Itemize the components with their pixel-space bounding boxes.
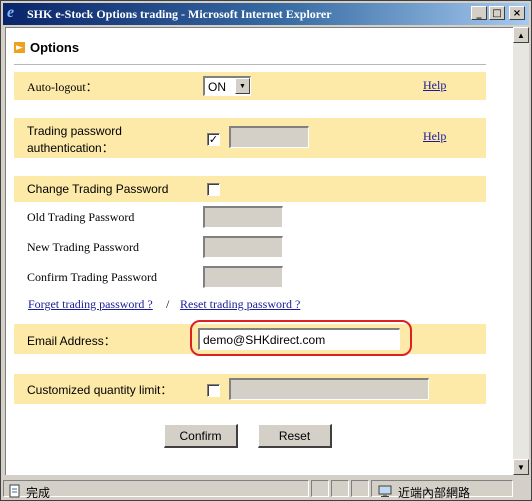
links-separator: /	[166, 297, 170, 311]
page-title: Options	[30, 40, 80, 55]
forget-password-link[interactable]: Forget trading password ?	[28, 297, 153, 312]
status-cell-main: 完成	[3, 480, 309, 500]
change-password-checkbox[interactable]	[207, 183, 220, 196]
scroll-down-button[interactable]: ▼	[513, 459, 529, 475]
window-title: SHK e-Stock Options trading - Microsoft …	[27, 6, 332, 21]
chevron-down-icon[interactable]: ▼	[235, 78, 250, 94]
page-heading: ► Options	[14, 40, 79, 55]
scroll-up-button[interactable]: ▲	[513, 27, 529, 43]
auto-logout-help-link[interactable]: Help	[423, 78, 446, 93]
ie-logo-icon: e	[7, 4, 15, 21]
change-password-label: Change Trading Password	[27, 182, 169, 196]
auto-logout-select[interactable]: ON ▼	[203, 76, 251, 96]
confirm-button[interactable]: Confirm	[164, 424, 238, 448]
browser-window: e SHK e-Stock Options trading - Microsof…	[0, 0, 532, 501]
minimize-button[interactable]: _	[471, 6, 487, 20]
email-highlight-ring	[190, 320, 412, 356]
trading-password-auth-label-1: Trading password	[27, 124, 122, 138]
zone-icon	[378, 485, 392, 497]
new-password-label: New Trading Password	[27, 240, 140, 254]
auto-logout-value: ON	[208, 80, 226, 94]
heading-divider	[14, 64, 486, 65]
title-bar[interactable]: e SHK e-Stock Options trading - Microsof…	[3, 3, 529, 25]
zone-text: 近端內部網路	[398, 486, 471, 500]
close-button[interactable]: ×	[509, 6, 525, 20]
email-label: Email Address：	[27, 334, 116, 348]
trading-password-auth-checkbox[interactable]: ✓	[207, 133, 220, 146]
maximize-button[interactable]: □	[489, 6, 505, 20]
arrow-right-icon: ►	[14, 42, 25, 53]
old-password-field[interactable]	[203, 206, 283, 228]
reset-password-link[interactable]: Reset trading password ?	[180, 297, 300, 312]
check-icon: ✓	[208, 133, 219, 146]
quantity-limit-checkbox[interactable]	[207, 384, 220, 397]
confirm-password-field[interactable]	[203, 266, 283, 288]
status-cell-zone: 近端內部網路	[371, 480, 513, 500]
page-icon	[9, 484, 20, 498]
quantity-limit-field[interactable]	[229, 378, 429, 400]
status-text: 完成	[26, 486, 51, 500]
trading-password-auth-field[interactable]	[229, 126, 309, 148]
trading-password-auth-label-2: authentication：	[27, 141, 114, 155]
status-cell-3	[331, 480, 349, 497]
confirm-password-label: Confirm Trading Password	[27, 270, 158, 284]
new-password-field[interactable]	[203, 236, 283, 258]
reset-button[interactable]: Reset	[258, 424, 332, 448]
vertical-scrollbar[interactable]: ▲ ▼	[513, 27, 529, 475]
status-bar: 完成 近端內部網路	[3, 478, 529, 500]
status-cell-4	[351, 480, 369, 497]
old-password-label: Old Trading Password	[27, 210, 135, 224]
page-content: ► Options Auto-logout： ON ▼ Help Trading…	[5, 27, 513, 475]
trading-password-auth-help-link[interactable]: Help	[423, 129, 446, 144]
auto-logout-label: Auto-logout：	[27, 80, 98, 94]
status-cell-2	[311, 480, 329, 497]
quantity-limit-label: Customized quantity limit：	[27, 383, 173, 397]
window-controls: _ □ ×	[471, 6, 525, 20]
